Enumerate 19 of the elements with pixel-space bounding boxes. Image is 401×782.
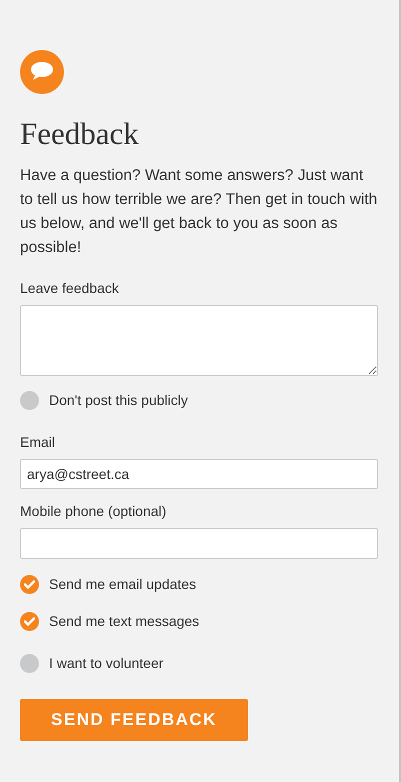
field-label: Email	[20, 433, 56, 452]
email-field[interactable]: arya@cstreet.ca	[20, 459, 378, 489]
check-icon	[24, 617, 35, 626]
checkbox[interactable]	[20, 654, 39, 673]
checkbox-label: I want to volunteer	[49, 654, 164, 673]
checkbox-label: Don't post this publicly	[49, 391, 188, 410]
checked-checkbox[interactable]	[20, 612, 39, 631]
feedback-textarea[interactable]	[20, 305, 378, 376]
speech-bubble-icon	[20, 50, 64, 94]
field-label: Leave feedback	[20, 279, 120, 298]
checked-checkbox[interactable]	[20, 575, 39, 594]
checkbox-label: Send me text messages	[49, 612, 200, 631]
field-label: Mobile phone (optional)	[20, 502, 168, 521]
intro-paragraph: Have a question? Want some answers? Just want to tell us how terrible we are? Then get in touch with us below, and we'll get back to you as soon as possible!	[20, 166, 378, 258]
checkbox-label: Send me email updates	[49, 575, 196, 594]
checkbox[interactable]	[20, 391, 39, 410]
check-icon	[24, 580, 35, 589]
page-title: Feedback	[20, 115, 140, 153]
phone-field[interactable]	[20, 528, 378, 559]
